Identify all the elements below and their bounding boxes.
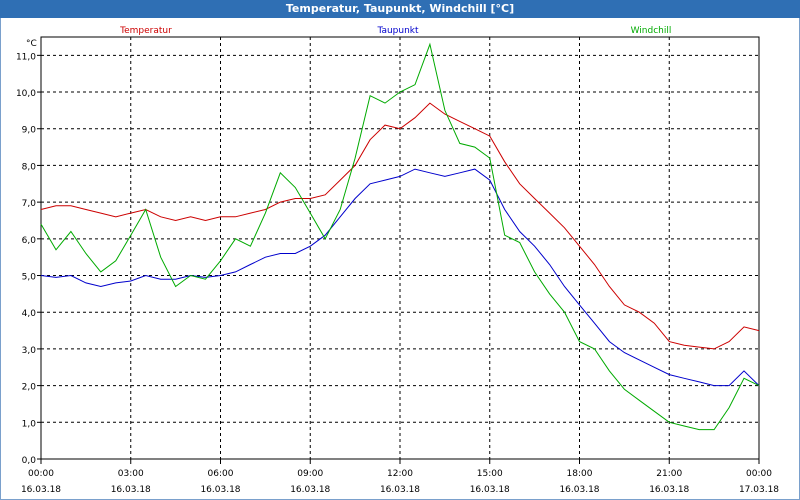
y-tick-label: 5,0 — [22, 273, 37, 283]
x-tick-label-time: 15:00 — [477, 469, 503, 479]
x-tick-label-date: 17.03.18 — [739, 485, 779, 495]
y-tick-label: 2,0 — [22, 383, 37, 393]
y-tick-label: 0,0 — [22, 456, 37, 466]
y-tick-label: 10,0 — [16, 89, 36, 99]
y-tick-label: 3,0 — [22, 346, 37, 356]
x-tick-label-date: 16.03.18 — [470, 485, 510, 495]
x-tick-label-time: 21:00 — [656, 469, 682, 479]
x-tick-label-time: 00:00 — [28, 469, 54, 479]
x-tick-label-time: 00:00 — [746, 469, 772, 479]
x-tick-label-date: 16.03.18 — [380, 485, 420, 495]
y-axis-unit-label: °C — [26, 39, 37, 49]
x-tick-label-time: 03:00 — [118, 469, 144, 479]
y-tick-label: 4,0 — [22, 309, 37, 319]
y-tick-label: 6,0 — [22, 236, 37, 246]
x-tick-label-date: 16.03.18 — [559, 485, 599, 495]
x-tick-label-time: 09:00 — [297, 469, 323, 479]
y-tick-label: 1,0 — [22, 419, 37, 429]
x-tick-label-date: 16.03.18 — [21, 485, 61, 495]
legend-entry-windchill: Windchill — [631, 26, 672, 36]
x-tick-label-date: 16.03.18 — [200, 485, 240, 495]
x-tick-label-time: 06:00 — [208, 469, 234, 479]
chart-frame: 0,0 1,0 2,0 3,0 4,0 5,0 6,0 7,0 8,0 9,0 10,0 11,0 00… — [0, 18, 800, 500]
y-tick-label: 8,0 — [22, 162, 37, 172]
legend: Temperatur Taupunkt Windchill — [119, 26, 671, 36]
y-tick-label: 9,0 — [22, 126, 37, 136]
x-tick-label-time: 12:00 — [387, 469, 413, 479]
x-tick-label-date: 16.03.18 — [111, 485, 151, 495]
x-tick-label-time: 18:00 — [567, 469, 593, 479]
x-tick-label-date: 16.03.18 — [290, 485, 330, 495]
legend-entry-taupunkt: Taupunkt — [376, 26, 419, 36]
x-tick-label-date: 16.03.18 — [649, 485, 689, 495]
legend-entry-temperatur: Temperatur — [119, 26, 172, 36]
chart-title: Temperatur, Taupunkt, Windchill [°C] — [0, 0, 800, 19]
grid — [40, 37, 760, 460]
y-tick-label: 7,0 — [22, 199, 37, 209]
temperature-chart: 0,0 1,0 2,0 3,0 4,0 5,0 6,0 7,0 8,0 9,0 10,0 11,0 00… — [16, 26, 779, 495]
y-tick-label: 11,0 — [16, 52, 36, 62]
